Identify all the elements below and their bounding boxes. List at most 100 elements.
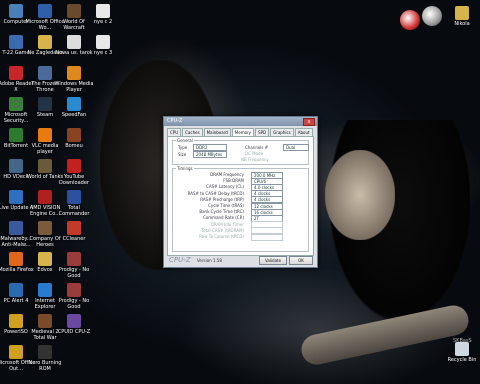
malware-icon: [9, 221, 23, 235]
cpuz-icon: [67, 314, 81, 328]
timings-group: Timings DRAM Frequency 200.0 MHz FSB:DRAM C…: [172, 166, 309, 252]
channels-value: Dual: [283, 144, 309, 151]
desktop-icon-label: CCleaner: [62, 236, 86, 242]
outlook-icon: [9, 345, 23, 359]
desktop-icon-label: YouTube Downloader: [59, 174, 89, 186]
tab-caches[interactable]: Caches: [182, 128, 203, 136]
window-title: CPU-Z: [167, 118, 183, 124]
coh-icon: [38, 221, 52, 235]
document-icon: [96, 4, 110, 18]
tab-memory[interactable]: Memory: [231, 128, 255, 136]
warcraft-icon: [38, 66, 52, 80]
fan-icon: [67, 97, 81, 111]
tab-graphics[interactable]: Graphics: [270, 128, 294, 136]
timing-label: CAS# Latency (CL): [206, 184, 244, 190]
timing-label: Cycle Time (tRAS): [208, 203, 244, 208]
cpuz-titlebar[interactable]: CPU-Z x: [164, 117, 317, 126]
game-icon: [9, 35, 23, 49]
memory-panel: General Type DDR2 Size 2048 MBytes Chann…: [167, 136, 314, 256]
desktop-icon-label: Recycle Bin: [447, 357, 477, 363]
ok-button[interactable]: OK: [289, 256, 313, 265]
timing-label: RAS# Precharge (tRP): [200, 196, 244, 202]
desktop-icon[interactable]: CPUID CPU-Z: [54, 314, 94, 335]
timings-title: Timings: [176, 166, 194, 171]
desktop-icon-label: SpeedFan: [61, 112, 87, 118]
wallpaper-watermark: SKBasS: [453, 338, 472, 344]
desktop-icon-label: CPUID CPU-Z: [57, 329, 91, 335]
size-value: 2048 MBytes: [193, 151, 227, 158]
desktop-icon[interactable]: Prodigy - No Good: [54, 252, 94, 279]
tab-mainboard[interactable]: Mainboard: [203, 128, 231, 136]
document-icon: [96, 35, 110, 49]
tab-cpu[interactable]: CPU: [167, 128, 182, 136]
timing-label-disabled: Total CAS# (tRDRAM): [201, 227, 244, 233]
folder-icon: [38, 252, 52, 266]
desktop-icon[interactable]: Recycle Bin: [442, 342, 480, 363]
music-icon: [67, 252, 81, 266]
desktop-icon[interactable]: YouTube Downloader: [54, 159, 94, 186]
desktop-icon[interactable]: Prodigy - No Good: [54, 283, 94, 310]
desktop-icon[interactable]: nye c 2: [83, 4, 123, 25]
desktop-icon[interactable]: nye c 3: [83, 35, 123, 56]
desktop-icon[interactable]: Nikola: [442, 6, 480, 27]
medieval-icon: [38, 314, 52, 328]
desktop-icon-label: Prodigy - No Good: [58, 298, 90, 310]
firefox-icon: [9, 252, 23, 266]
commander-icon: [67, 190, 81, 204]
version-text: Version 1.58: [197, 258, 222, 263]
type-label: Type: [178, 145, 188, 150]
desktop-icon-label: Nikola: [454, 21, 470, 27]
folder-icon: [38, 35, 52, 49]
desktop-icon[interactable]: Nero Burning ROM: [25, 345, 65, 372]
desktop-icon[interactable]: SpeedFan: [54, 97, 94, 118]
desktop-icon-label: Windows Media Player: [54, 81, 94, 93]
ie-icon: [38, 283, 52, 297]
desktop-icon[interactable]: Bomeu: [54, 128, 94, 149]
torrent-icon: [9, 128, 23, 142]
vlc-icon: [38, 128, 52, 142]
close-button[interactable]: x: [303, 118, 315, 126]
app-icon: [67, 128, 81, 142]
size-label: Size: [178, 152, 187, 157]
music-icon: [67, 283, 81, 297]
timing-label-disabled: DRAM Idle Timer: [210, 221, 244, 227]
amd-icon: [38, 190, 52, 204]
timing-label: Command Rate (CR): [203, 215, 244, 221]
update-icon: [9, 190, 23, 204]
cpuz-footer: CPU-Z Version 1.58 Validate OK: [167, 256, 314, 265]
alert-icon: [9, 283, 23, 297]
desktop-icon[interactable]: Windows Media Player: [54, 66, 94, 93]
computer-icon: [9, 4, 23, 18]
dcmode-label: DC Mode: [245, 151, 264, 156]
nbfreq-label: NB Frequency: [241, 157, 269, 162]
timing-value-disabled: [251, 233, 283, 241]
validate-button[interactable]: Validate: [259, 256, 287, 265]
word-icon: [38, 4, 52, 18]
desktop-icon-label: Bomeu: [65, 143, 83, 149]
tab-spd[interactable]: SPD: [255, 128, 270, 136]
desktop-icon[interactable]: Total Commander: [54, 190, 94, 217]
tab-about[interactable]: About: [294, 128, 313, 136]
youtube-icon: [67, 159, 81, 173]
gadget-bubble-icon[interactable]: [422, 6, 442, 26]
cpuz-logo: CPU-Z: [169, 256, 191, 264]
gadget-bubble-icon[interactable]: [400, 10, 420, 30]
nero-icon: [38, 345, 52, 359]
timing-label: RAS# to CAS# Delay (tRCD): [187, 190, 244, 196]
wow-icon: [67, 4, 81, 18]
general-title: General: [176, 138, 194, 143]
desktop-icon[interactable]: CCleaner: [54, 221, 94, 242]
shield-icon: [9, 97, 23, 111]
timing-label: Bank Cycle Time (tRC): [199, 209, 244, 215]
desktop-icon-label: nye c 3: [93, 50, 113, 56]
ccleaner-icon: [67, 221, 81, 235]
iso-icon: [9, 314, 23, 328]
sound-icon: [9, 159, 23, 173]
document-icon: [67, 35, 81, 49]
cpuz-window: CPU-Z x CPU Caches Mainboard Memory SPD Graph…: [163, 116, 318, 268]
user-folder-icon: [455, 6, 469, 20]
pdf-icon: [9, 66, 23, 80]
timing-label: FSB:DRAM: [223, 178, 244, 184]
tab-bar: CPU Caches Mainboard Memory SPD Graphics About: [167, 128, 314, 136]
timing-label-disabled: Row To Column (tRCD): [199, 234, 244, 239]
